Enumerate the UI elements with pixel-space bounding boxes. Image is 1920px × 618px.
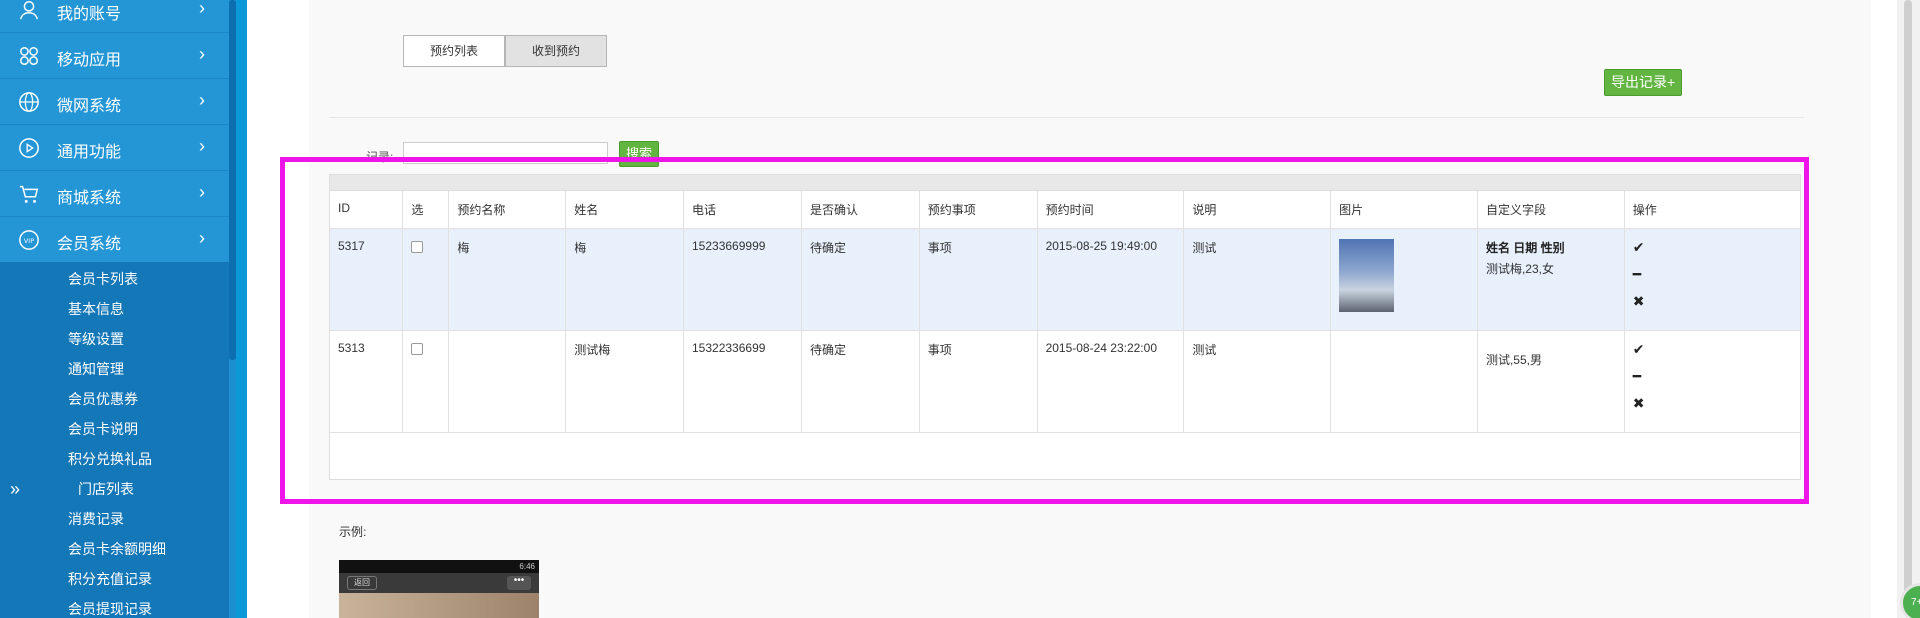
sidebar-rail	[236, 0, 247, 618]
phone-more-icon: •••	[507, 576, 531, 590]
menu-item-general[interactable]: 通用功能 ›	[0, 125, 229, 171]
tab-bar: 预约列表 收到预约	[403, 35, 608, 67]
phone-status-bar: 6:46	[339, 560, 539, 573]
highlight-box	[280, 157, 1809, 504]
phone-time: 6:46	[519, 562, 535, 571]
member-submenu: 会员卡列表 基本信息 等级设置 通知管理 会员优惠券 会员卡说明 积分兑换礼品 …	[0, 262, 229, 618]
phone-photo	[339, 593, 539, 618]
chevron-right-icon: ›	[199, 182, 205, 202]
chevron-right-icon: ›	[199, 228, 205, 248]
menu-label: 我的账号	[57, 6, 122, 23]
menu-label: 商城系统	[57, 190, 122, 207]
globe-icon	[19, 92, 39, 112]
svg-text:VIP: VIP	[24, 237, 34, 245]
sidebar-scrollbar[interactable]	[229, 0, 236, 360]
phone-back-button: 返回	[347, 576, 377, 590]
submenu-item[interactable]: 积分充值记录	[68, 569, 152, 589]
submenu-item[interactable]: 通知管理	[68, 359, 124, 379]
vip-icon: VIP	[19, 230, 39, 250]
menu-item-microsite[interactable]: 微网系统 ›	[0, 79, 229, 125]
export-records-button[interactable]: 导出记录+	[1604, 69, 1683, 96]
example-label: 示例:	[339, 525, 367, 539]
submenu-item[interactable]: 门店列表	[78, 479, 134, 499]
submenu-item[interactable]: 会员优惠券	[68, 389, 138, 409]
phone-nav-bar: 返回 •••	[339, 573, 539, 593]
divider	[329, 117, 1804, 118]
page-scrollbar[interactable]	[1897, 0, 1920, 618]
submenu-item[interactable]: 会员提现记录	[68, 599, 152, 618]
menu-label: 移动应用	[57, 52, 122, 69]
phone-preview: 6:46 返回 •••	[339, 560, 539, 618]
submenu-item[interactable]: 积分兑换礼品	[68, 449, 152, 469]
tab-appointment-list[interactable]: 预约列表	[403, 35, 506, 67]
submenu-item[interactable]: 等级设置	[68, 329, 124, 349]
tab-received-appointments[interactable]: 收到预约	[505, 35, 608, 67]
menu-item-member[interactable]: VIP 会员系统 ›	[0, 217, 229, 263]
submenu-item[interactable]: 会员卡余额明细	[68, 539, 166, 559]
chevron-right-icon: ›	[199, 44, 205, 64]
menu-label: 通用功能	[57, 144, 122, 161]
menu-label: 微网系统	[57, 98, 122, 115]
chevron-right-icon: ›	[199, 0, 205, 18]
submenu-item[interactable]: 消费记录	[68, 509, 124, 529]
collapse-sidebar-icon[interactable]: »	[10, 479, 20, 500]
apps-icon	[20, 47, 38, 65]
menu-item-mobile-apps[interactable]: 移动应用 ›	[0, 33, 229, 79]
menu-item-shop[interactable]: 商城系统 ›	[0, 171, 229, 217]
page-scrollbar-thumb[interactable]	[1904, 0, 1912, 600]
cart-icon	[19, 185, 39, 203]
sidebar: 我的账号 › 移动应用 › 微网系统 › 通用功能 › 商城系统 › VIP 会…	[0, 0, 247, 618]
menu-item-account[interactable]: 我的账号 ›	[0, 0, 229, 33]
play-circle-icon	[19, 138, 39, 158]
chevron-right-icon: ›	[199, 136, 205, 156]
chevron-right-icon: ›	[199, 90, 205, 110]
user-icon	[20, 1, 38, 20]
submenu-item[interactable]: 会员卡说明	[68, 419, 138, 439]
submenu-item[interactable]: 会员卡列表	[68, 269, 138, 289]
submenu-item[interactable]: 基本信息	[68, 299, 124, 319]
menu-label: 会员系统	[57, 236, 122, 253]
